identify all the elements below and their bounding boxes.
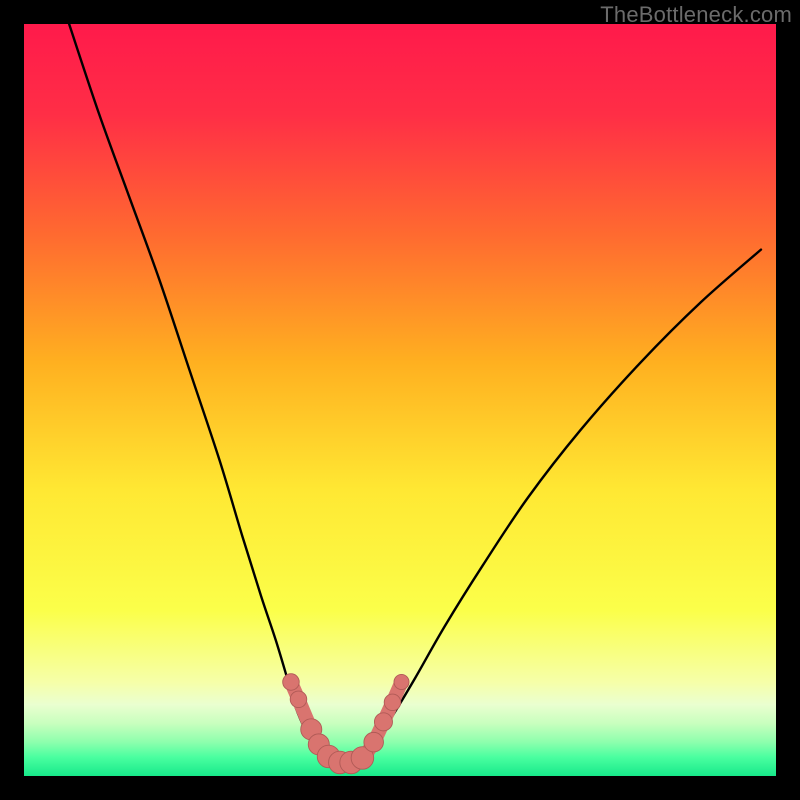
curves-layer [24, 24, 776, 776]
marker-dot [290, 691, 307, 708]
marker-dot [374, 713, 392, 731]
marker-dot [364, 732, 384, 752]
watermark-text: TheBottleneck.com [600, 2, 792, 28]
curve-right-curve [362, 250, 761, 761]
marker-dot [394, 674, 409, 689]
curve-left-curve [69, 24, 332, 761]
plot-area [24, 24, 776, 776]
marker-dot [283, 674, 300, 691]
marker-dot [384, 694, 401, 711]
outer-frame: TheBottleneck.com [0, 0, 800, 800]
